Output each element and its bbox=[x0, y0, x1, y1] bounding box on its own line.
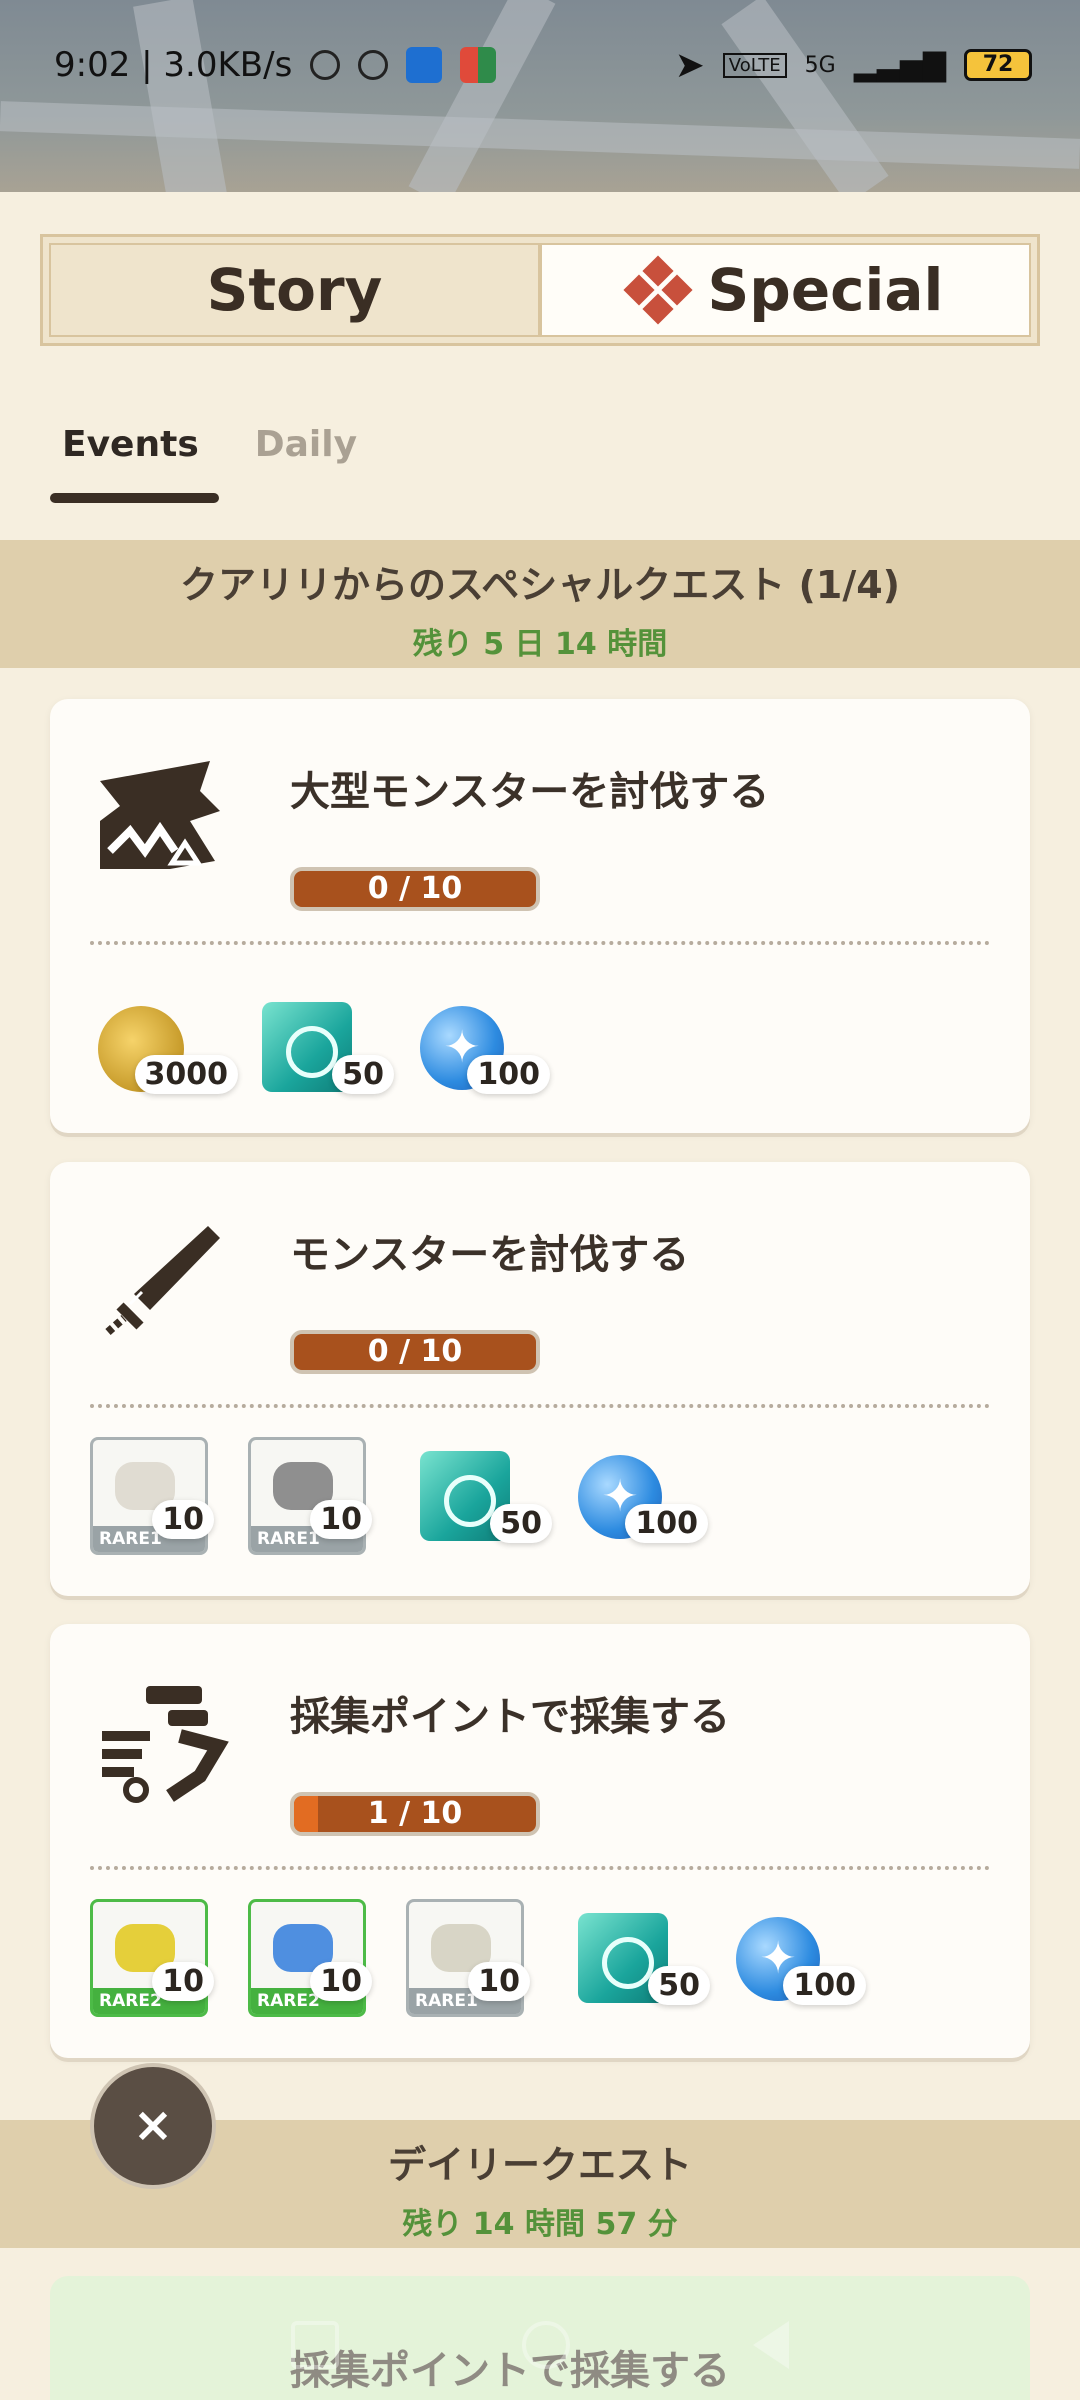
sword-icon bbox=[105, 1226, 220, 1336]
reward-item[interactable]: 50 bbox=[414, 1443, 552, 1553]
reward-count: 50 bbox=[332, 1055, 394, 1094]
reward-list: RARE1 10 RARE1 10 50 100 bbox=[90, 1437, 708, 1559]
status-time: 9:02 | 3.0KB/s bbox=[54, 45, 293, 85]
reward-count: 10 bbox=[152, 1500, 214, 1539]
battery-icon: 72 bbox=[964, 49, 1032, 81]
quest-title: モンスターを討伐する bbox=[290, 1232, 690, 1278]
quest-title: 採集ポイントで採集する bbox=[290, 1694, 730, 1740]
tab-daily[interactable]: Daily bbox=[255, 424, 357, 485]
reward-count: 100 bbox=[625, 1504, 708, 1543]
reward-list: RARE2 10 RARE2 10 RARE1 10 50 ✦ 100 bbox=[90, 1899, 866, 2021]
quest-card[interactable]: 大型モンスターを討伐する 0 / 10 3000 50 100 bbox=[50, 699, 1030, 1133]
sub-tabs: Events Daily bbox=[50, 424, 357, 503]
volte-icon: VoLTE bbox=[722, 52, 787, 78]
special-emblem-icon bbox=[622, 255, 693, 325]
quest-progress-bar: 1 / 10 bbox=[290, 1792, 540, 1836]
quest-card[interactable]: 採集ポイントで採集する 1 / 10 RARE2 10 RARE2 10 RAR… bbox=[50, 1624, 1030, 2058]
progress-text: 0 / 10 bbox=[367, 1334, 463, 1369]
app-icon bbox=[406, 47, 443, 83]
home-icon[interactable] bbox=[521, 2321, 570, 2369]
story-tab[interactable]: Story bbox=[49, 243, 540, 337]
app-icon bbox=[460, 47, 497, 83]
mute-icon bbox=[310, 50, 341, 80]
reward-item[interactable]: RARE1 10 bbox=[90, 1437, 214, 1559]
map-background: 9:02 | 3.0KB/s ➤ VoLTE 5G ▂▃▅▇ 72 bbox=[0, 0, 1080, 192]
reward-count: 100 bbox=[467, 1055, 550, 1094]
time-remaining: 残り 14 時間 57 分 bbox=[402, 2207, 678, 2242]
close-button[interactable]: × bbox=[90, 2063, 216, 2189]
large-monster-icon bbox=[100, 761, 220, 869]
reward-item[interactable]: RARE2 10 bbox=[248, 1899, 372, 2021]
special-tab-label: Special bbox=[707, 256, 944, 324]
special-quest-header: クアリリからのスペシャルクエスト (1/4) 残り 5 日 14 時間 bbox=[0, 540, 1080, 668]
quest-progress-bar: 0 / 10 bbox=[290, 1330, 540, 1374]
quest-type-switch: Story Special bbox=[40, 234, 1040, 346]
reward-count: 10 bbox=[152, 1962, 214, 2001]
divider bbox=[90, 1866, 990, 1870]
reward-count: 10 bbox=[310, 1500, 372, 1539]
reward-item[interactable]: 100 bbox=[412, 994, 550, 1104]
back-icon[interactable] bbox=[752, 2321, 789, 2369]
gathering-icon bbox=[102, 1686, 229, 1803]
quest-card[interactable]: モンスターを討伐する 0 / 10 RARE1 10 RARE1 10 50 ✦… bbox=[50, 1162, 1030, 1596]
tab-events[interactable]: Events bbox=[50, 424, 219, 503]
reward-list: 3000 50 100 bbox=[90, 989, 550, 1109]
system-nav-bar bbox=[0, 2290, 1080, 2400]
reward-item[interactable]: 50 bbox=[572, 1905, 710, 2015]
reward-item[interactable]: 3000 bbox=[90, 994, 238, 1104]
special-tab[interactable]: Special bbox=[540, 243, 1031, 337]
reward-item[interactable]: 100 bbox=[728, 1905, 866, 2015]
reward-count: 10 bbox=[468, 1962, 530, 2001]
reward-count: 3000 bbox=[134, 1055, 238, 1094]
reward-item[interactable]: RARE1 10 bbox=[248, 1437, 372, 1559]
quest-title: 大型モンスターを討伐する bbox=[290, 769, 770, 815]
reward-item[interactable]: RARE2 10 bbox=[90, 1899, 214, 2021]
reward-count: 50 bbox=[648, 1966, 710, 2005]
network-label: 5G bbox=[804, 52, 836, 78]
reward-count: 10 bbox=[310, 1962, 372, 2001]
time-remaining: 残り 5 日 14 時間 bbox=[412, 627, 668, 662]
reward-count: 50 bbox=[490, 1504, 552, 1543]
story-tab-label: Story bbox=[206, 256, 383, 324]
signal-icon: ▂▃▅▇ bbox=[853, 47, 946, 83]
reward-item[interactable]: 100 bbox=[570, 1443, 708, 1553]
reward-item[interactable]: 50 bbox=[256, 994, 394, 1104]
progress-text: 0 / 10 bbox=[367, 871, 463, 906]
divider bbox=[90, 1404, 990, 1408]
reward-count: 100 bbox=[783, 1966, 866, 2005]
quest-progress-bar: 0 / 10 bbox=[290, 867, 540, 911]
status-bar: 9:02 | 3.0KB/s ➤ VoLTE 5G ▂▃▅▇ 72 bbox=[0, 0, 1080, 130]
progress-text: 1 / 10 bbox=[367, 1796, 463, 1831]
recent-apps-icon[interactable] bbox=[291, 2321, 340, 2369]
reward-item[interactable]: RARE1 10 bbox=[406, 1899, 530, 2021]
alarm-icon bbox=[358, 50, 389, 80]
location-icon: ➤ bbox=[674, 44, 705, 86]
section-title: クアリリからのスペシャルクエスト (1/4) bbox=[179, 563, 901, 607]
divider bbox=[90, 941, 990, 945]
